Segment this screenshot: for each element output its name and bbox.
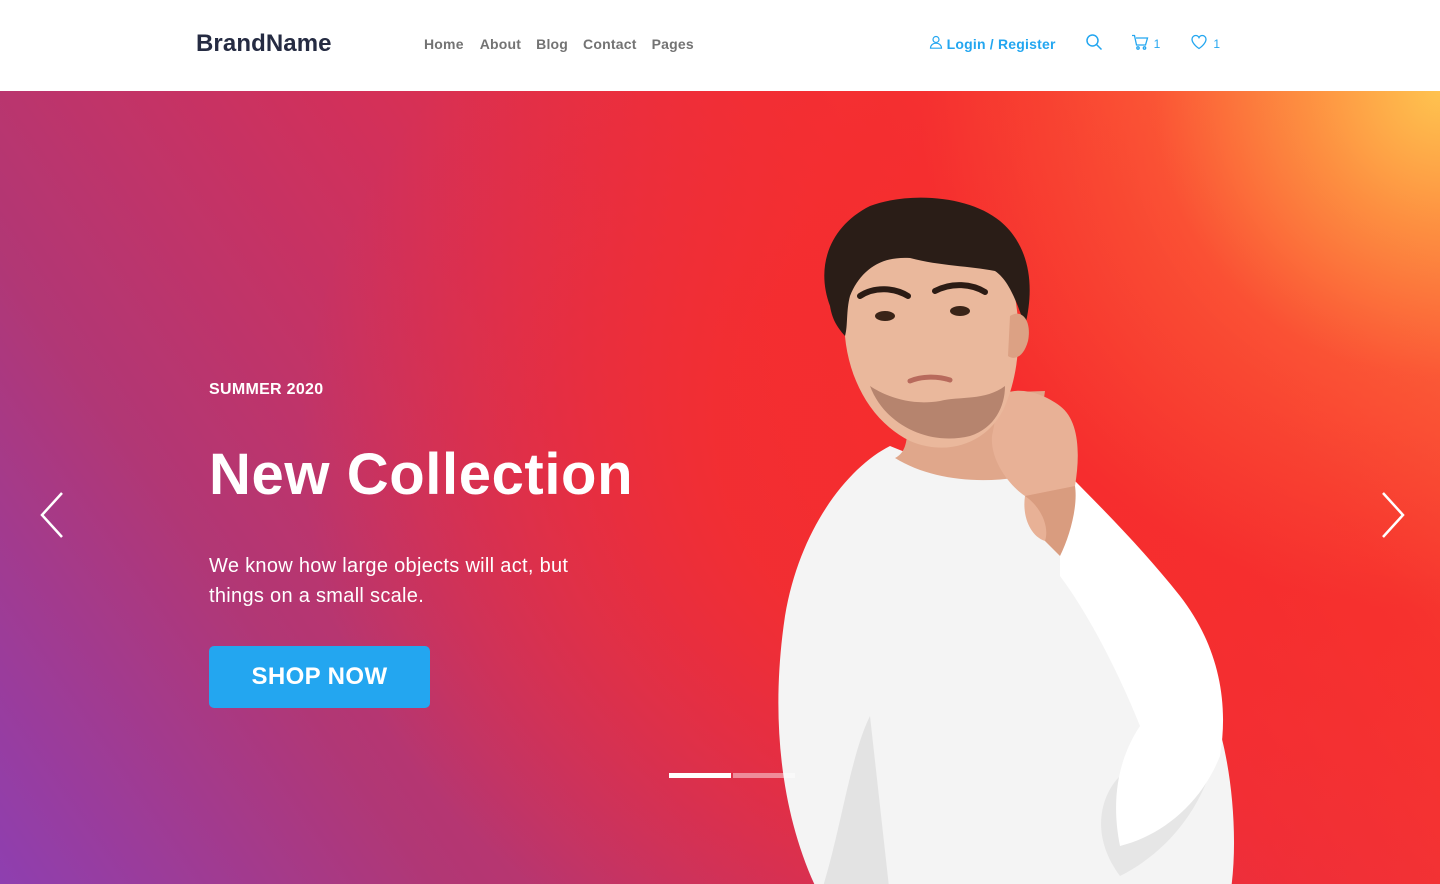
main-nav: Home About Blog Contact Pages [424, 36, 694, 52]
chevron-left-icon [40, 492, 63, 538]
carousel-dot-2[interactable] [733, 773, 795, 778]
carousel-indicators [669, 773, 795, 778]
hero-headline: New Collection [209, 442, 634, 507]
wishlist-button[interactable]: 1 [1190, 33, 1220, 54]
nav-blog[interactable]: Blog [536, 36, 568, 52]
user-icon [929, 35, 943, 52]
login-register-label: Login / Register [946, 35, 1056, 52]
nav-about[interactable]: About [480, 36, 521, 52]
hero-model-image [778, 197, 1235, 884]
search-button[interactable] [1085, 33, 1103, 54]
login-register-link[interactable]: Login / Register [929, 35, 1056, 52]
wishlist-count: 1 [1213, 36, 1220, 51]
site-header: BrandName Home About Blog Contact Pages … [0, 0, 1440, 91]
heart-icon [1190, 33, 1208, 54]
hero-content: SUMMER 2020 New Collection We know how l… [209, 381, 633, 708]
cart-count: 1 [1153, 36, 1161, 51]
cart-button[interactable]: 1 [1131, 33, 1161, 54]
carousel-next-button[interactable] [1378, 490, 1408, 540]
cart-icon [1131, 33, 1149, 54]
chevron-right-icon [1382, 492, 1405, 538]
nav-pages[interactable]: Pages [652, 36, 694, 52]
hero-season-label: SUMMER 2020 [209, 381, 324, 398]
shop-now-button[interactable]: SHOP NOW [209, 646, 430, 708]
brand-logo[interactable]: BrandName [196, 30, 332, 58]
hero-carousel: SUMMER 2020 New Collection We know how l… [0, 91, 1440, 884]
search-icon [1085, 33, 1103, 54]
carousel-dot-1[interactable] [669, 773, 731, 778]
nav-home[interactable]: Home [424, 36, 464, 52]
header-actions: Login / Register 1 1 [929, 33, 1220, 54]
hero-description: We know how large objects will act, but … [209, 555, 569, 607]
carousel-prev-button[interactable] [37, 490, 67, 540]
nav-contact[interactable]: Contact [583, 36, 637, 52]
